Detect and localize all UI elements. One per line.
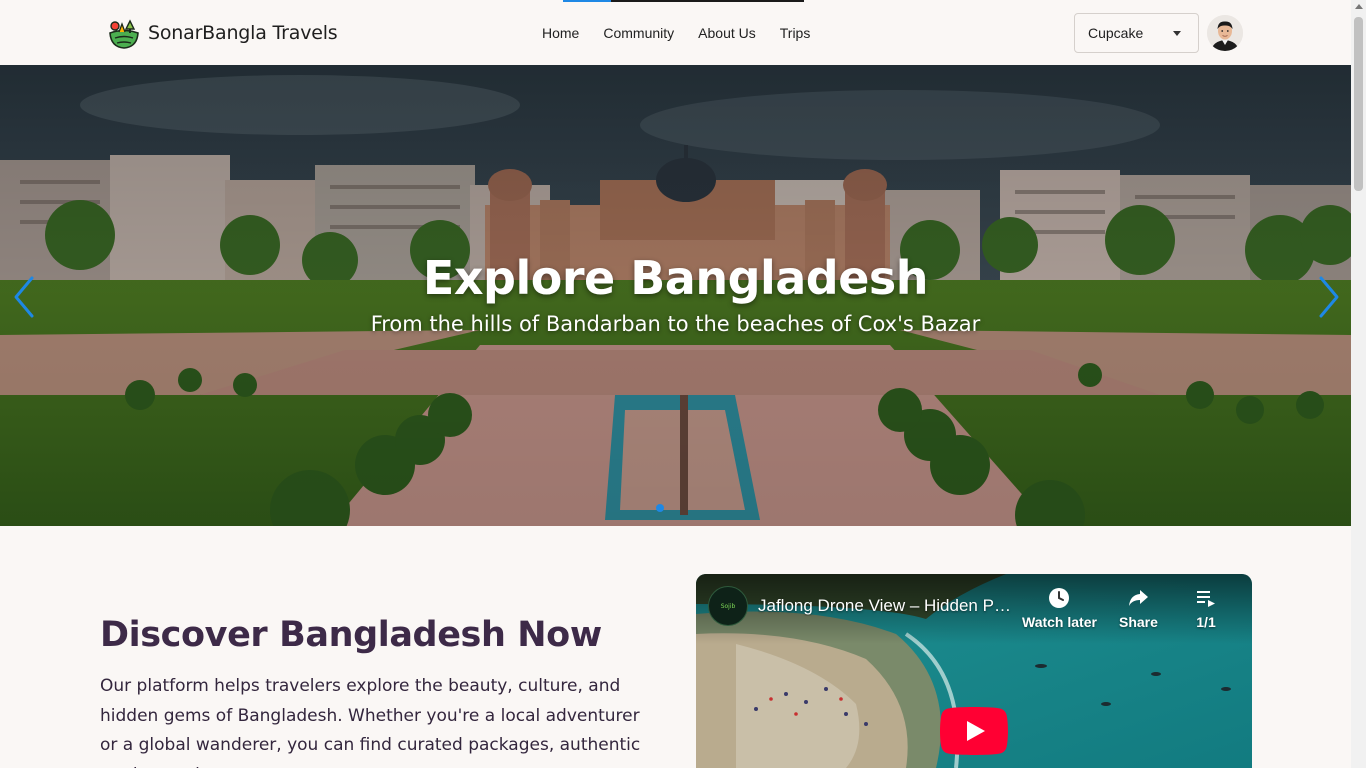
- brand[interactable]: SonarBangla Travels: [107, 16, 338, 50]
- share-button[interactable]: Share: [1119, 586, 1158, 630]
- nav-links: Home Community About Us Trips: [530, 0, 822, 65]
- chevron-down-icon: [1173, 31, 1181, 36]
- chevron-right-icon[interactable]: [1313, 272, 1343, 322]
- chevron-left-icon[interactable]: [10, 272, 40, 322]
- nav-link-trips[interactable]: Trips: [768, 25, 823, 41]
- clock-icon: [1049, 588, 1070, 608]
- avatar[interactable]: [1207, 15, 1243, 51]
- playlist-icon: [1197, 591, 1215, 607]
- playlist-count: 1/1: [1196, 614, 1216, 630]
- watch-later-button[interactable]: Watch later: [1022, 586, 1097, 630]
- theme-select-value: Cupcake: [1088, 25, 1144, 41]
- carousel-dot-1[interactable]: [656, 504, 664, 512]
- theme-select[interactable]: Cupcake: [1074, 13, 1199, 53]
- hero-subtitle: From the hills of Bandarban to the beach…: [370, 312, 981, 336]
- watch-later-label: Watch later: [1022, 614, 1097, 630]
- playlist-button[interactable]: 1/1: [1194, 586, 1218, 630]
- nav-link-home[interactable]: Home: [530, 25, 591, 41]
- discover-text: Our platform helps travelers explore the…: [100, 676, 641, 768]
- scroll-thumb[interactable]: [1354, 17, 1363, 191]
- page-scrollbar[interactable]: [1351, 0, 1366, 768]
- play-icon[interactable]: [940, 707, 1008, 755]
- video-title[interactable]: Jaflong Drone View – Hidden Paradise: [758, 596, 1018, 616]
- video-channel-avatar[interactable]: Sojib: [708, 586, 748, 626]
- discover-title: Discover Bangladesh Now: [100, 615, 602, 655]
- brand-name: SonarBangla Travels: [148, 22, 338, 44]
- video-channel-badge: Sojib: [720, 602, 736, 610]
- brand-logo-icon: [109, 19, 139, 49]
- hero-carousel: Explore Bangladesh From the hills of Ban…: [0, 65, 1351, 526]
- nav-link-community[interactable]: Community: [591, 25, 686, 41]
- scroll-up-icon[interactable]: [1355, 4, 1363, 9]
- navbar: SonarBangla Travels Home Community About…: [0, 0, 1351, 65]
- nav-link-about-us[interactable]: About Us: [686, 25, 768, 41]
- share-icon: [1129, 590, 1149, 606]
- hero-title: Explore Bangladesh: [422, 251, 929, 305]
- user-avatar-icon: [1207, 15, 1243, 51]
- share-label: Share: [1119, 614, 1158, 630]
- youtube-video-embed[interactable]: Sojib Jaflong Drone View – Hidden Paradi…: [696, 574, 1252, 768]
